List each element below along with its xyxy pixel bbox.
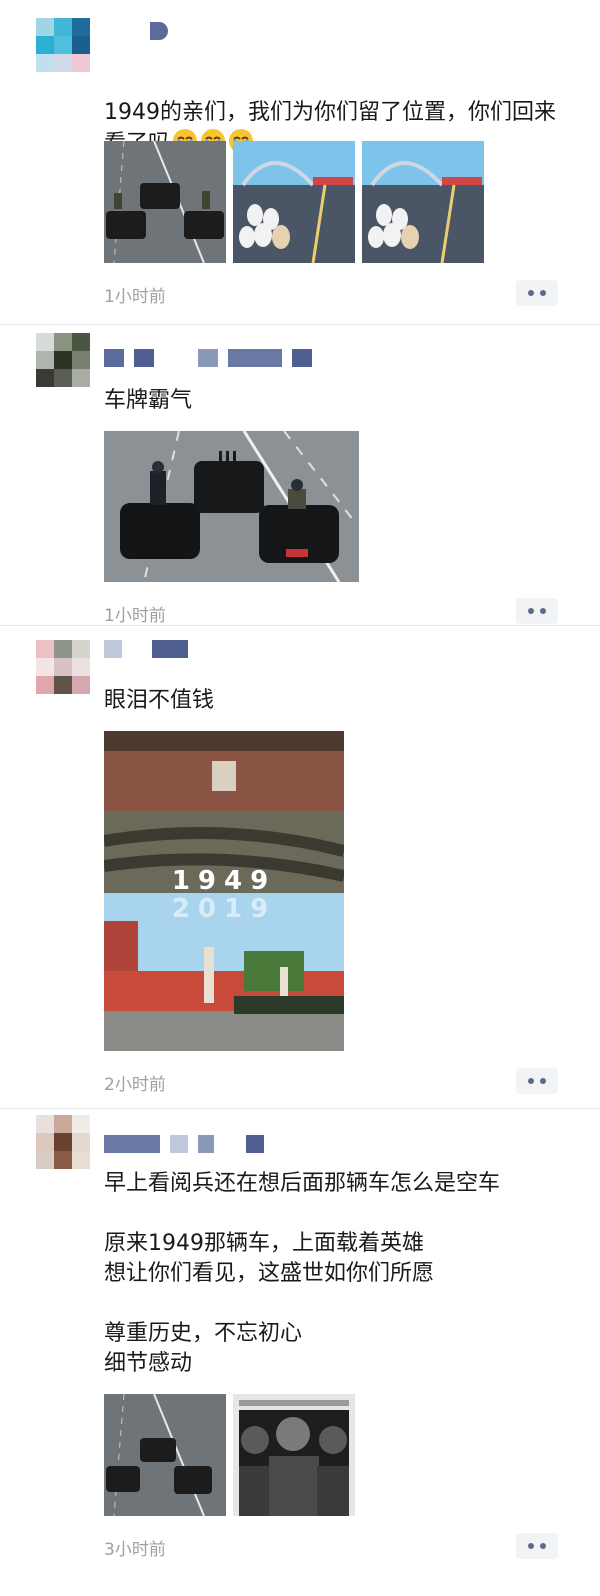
dot-icon xyxy=(540,1543,546,1549)
attached-image-parade-cars[interactable] xyxy=(104,141,226,263)
avatar[interactable] xyxy=(36,18,90,92)
comment-text: 车牌霸气 xyxy=(104,388,193,413)
dot-icon xyxy=(540,608,546,614)
username-blurred[interactable] xyxy=(104,1135,264,1153)
attached-image-historical-portrait[interactable] xyxy=(233,1394,355,1516)
more-options-button[interactable] xyxy=(516,1533,558,1559)
comment-post: 早上看阅兵还在想后面那辆车怎么是空车 原来1949那辆车，上面载着英雄 想让你们… xyxy=(0,1109,600,1596)
username-blurred[interactable] xyxy=(104,349,312,367)
more-options-button[interactable] xyxy=(516,280,558,306)
attached-image-cartoon-rabbits[interactable] xyxy=(233,141,355,263)
avatar[interactable] xyxy=(36,640,90,714)
avatar[interactable] xyxy=(36,1115,90,1189)
comment-post: 车牌霸气 1小时前 xyxy=(0,325,600,626)
dot-icon xyxy=(528,608,534,614)
avatar[interactable] xyxy=(36,333,90,407)
attached-image-cartoon-rabbits[interactable] xyxy=(362,141,484,263)
username-blurred[interactable] xyxy=(104,640,188,658)
comment-post: 1949的亲们，我们为你们留了位置，你们回来看了吗 xyxy=(0,0,600,325)
attached-image-parade-cars[interactable] xyxy=(104,1394,226,1516)
comment-feed: 1949的亲们，我们为你们留了位置，你们回来看了吗 xyxy=(0,0,600,1596)
dot-icon xyxy=(528,1078,534,1084)
dot-icon xyxy=(528,290,534,296)
attached-image-parade-1949-2019[interactable]: 1949 2019 xyxy=(104,731,344,1051)
overlay-year-2019: 2019 xyxy=(172,894,276,924)
comment-text: 眼泪不值钱 xyxy=(104,688,215,713)
timestamp: 2小时前 xyxy=(104,1075,166,1095)
username-blurred[interactable] xyxy=(104,22,168,40)
attached-image-parade-cars[interactable] xyxy=(104,431,359,582)
more-options-button[interactable] xyxy=(516,598,558,624)
dot-icon xyxy=(540,1078,546,1084)
timestamp: 3小时前 xyxy=(104,1540,166,1560)
timestamp: 1小时前 xyxy=(104,287,166,307)
timestamp: 1小时前 xyxy=(104,606,166,626)
dot-icon xyxy=(528,1543,534,1549)
comment-post: 眼泪不值钱 1949 2019 2小时前 xyxy=(0,626,600,1109)
overlay-year-1949: 1949 xyxy=(172,866,276,896)
dot-icon xyxy=(540,290,546,296)
more-options-button[interactable] xyxy=(516,1068,558,1094)
comment-text: 早上看阅兵还在想后面那辆车怎么是空车 原来1949那辆车，上面载着英雄 想让你们… xyxy=(104,1171,501,1376)
